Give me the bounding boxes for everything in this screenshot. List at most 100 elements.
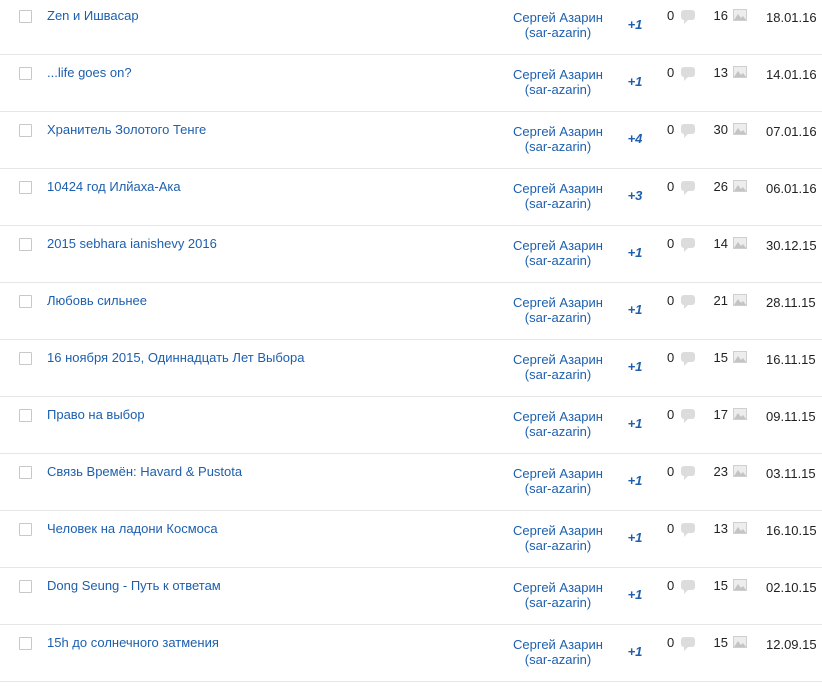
row-checkbox[interactable]: [19, 181, 32, 194]
author-link[interactable]: Сергей Азарин (sar-azarin): [503, 67, 613, 97]
author-login: (sar-azarin): [524, 25, 592, 40]
image-icon: [733, 465, 747, 477]
row-checkbox[interactable]: [19, 295, 32, 308]
row-checkbox[interactable]: [19, 10, 32, 23]
rating-value: +1: [627, 17, 643, 32]
author-login: (sar-azarin): [524, 82, 592, 97]
image-icon: [733, 636, 747, 648]
rating-value: +1: [627, 302, 643, 317]
comment-bubble-icon: [681, 295, 695, 309]
author-name: Сергей Азарин: [513, 295, 603, 310]
image-icon: [733, 408, 747, 420]
post-row: Dong Seung - Путь к ответам Сергей Азарин…: [0, 568, 822, 625]
photos-count: 17: [713, 407, 728, 422]
post-date: 09.11.15: [766, 409, 816, 424]
comment-bubble-icon: [681, 67, 695, 81]
post-title-link[interactable]: Человек на ладони Космоса: [47, 521, 218, 536]
author-link[interactable]: Сергей Азарин (sar-azarin): [503, 124, 613, 154]
post-row: Связь Времён: Havard & Pustota Сергей Аза…: [0, 454, 822, 511]
author-link[interactable]: Сергей Азарин (sar-azarin): [503, 637, 613, 667]
author-login: (sar-azarin): [524, 595, 592, 610]
author-link[interactable]: Сергей Азарин (sar-azarin): [503, 466, 613, 496]
image-icon: [733, 579, 747, 591]
author-link[interactable]: Сергей Азарин (sar-azarin): [503, 295, 613, 325]
post-title-link[interactable]: 16 ноября 2015, Одиннадцать Лет Выбора: [47, 350, 304, 365]
author-link[interactable]: Сергей Азарин (sar-azarin): [503, 580, 613, 610]
row-checkbox[interactable]: [19, 580, 32, 593]
comment-bubble-icon: [681, 352, 695, 366]
comments-count: 0: [667, 350, 675, 365]
post-title-link[interactable]: Хранитель Золотого Тенге: [47, 122, 206, 137]
comments-count: 0: [667, 464, 675, 479]
author-name: Сергей Азарин: [513, 466, 603, 481]
post-row: ...life goes on? Сергей Азарин (sar-azarin…: [0, 55, 822, 112]
post-row: Zen и Ишвасар Сергей Азарин (sar-azarin) +1…: [0, 0, 822, 55]
comments-count: 0: [667, 521, 675, 536]
post-title-link[interactable]: Связь Времён: Havard & Pustota: [47, 464, 242, 479]
row-checkbox[interactable]: [19, 523, 32, 536]
author-link[interactable]: Сергей Азарин (sar-azarin): [503, 409, 613, 439]
row-checkbox[interactable]: [19, 409, 32, 422]
author-link[interactable]: Сергей Азарин (sar-azarin): [503, 523, 613, 553]
author-link[interactable]: Сергей Азарин (sar-azarin): [503, 10, 613, 40]
row-checkbox[interactable]: [19, 352, 32, 365]
rating-value: +1: [627, 74, 643, 89]
image-icon: [733, 294, 747, 306]
author-link[interactable]: Сергей Азарин (sar-azarin): [503, 238, 613, 268]
rating-value: +3: [627, 188, 643, 203]
post-row: Хранитель Золотого Тенге Сергей Азарин (sa…: [0, 112, 822, 169]
rating-value: +1: [627, 530, 643, 545]
comments-count: 0: [667, 578, 675, 593]
comment-bubble-icon: [681, 523, 695, 537]
post-row: Любовь сильнее Сергей Азарин (sar-azarin) +…: [0, 283, 822, 340]
post-title-link[interactable]: ...life goes on?: [47, 65, 132, 80]
post-row: Право на выбор Сергей Азарин (sar-azarin) +…: [0, 397, 822, 454]
comments-count: 0: [667, 179, 675, 194]
photos-count: 13: [713, 521, 728, 536]
image-icon: [733, 9, 747, 21]
author-link[interactable]: Сергей Азарин (sar-azarin): [503, 352, 613, 382]
image-icon: [733, 180, 747, 192]
post-date: 16.11.15: [766, 352, 816, 367]
photos-count: 15: [713, 635, 728, 650]
comment-bubble-icon: [681, 466, 695, 480]
image-icon: [733, 66, 747, 78]
row-checkbox[interactable]: [19, 124, 32, 137]
comments-count: 0: [667, 293, 675, 308]
author-login: (sar-azarin): [524, 253, 592, 268]
post-date: 02.10.15: [766, 580, 817, 595]
post-row: 15h до солнечного затмения Сергей Азарин(…: [0, 625, 822, 682]
post-row: Человек на ладони Космоса Сергей Азарин (s…: [0, 511, 822, 568]
rating-value: +1: [627, 359, 643, 374]
image-icon: [733, 123, 747, 135]
row-checkbox[interactable]: [19, 637, 32, 650]
comment-bubble-icon: [681, 637, 695, 651]
comment-bubble-icon: [681, 181, 695, 195]
author-name: Сергей Азарин: [513, 181, 603, 196]
post-title-link[interactable]: Любовь сильнее: [47, 293, 147, 308]
post-title-link[interactable]: Zen и Ишвасар: [47, 8, 139, 23]
author-name: Сергей Азарин: [513, 580, 603, 595]
post-title-link[interactable]: 2015 sebhara ianishevy 2016: [47, 236, 217, 251]
post-title-link[interactable]: 10424 год Илйаха-Ака: [47, 179, 181, 194]
post-date: 07.01.16: [766, 124, 817, 139]
photos-count: 13: [713, 65, 728, 80]
rating-value: +1: [627, 416, 643, 431]
author-login: (sar-azarin): [524, 139, 592, 154]
author-login: (sar-azarin): [524, 367, 592, 382]
post-date: 03.11.15: [766, 466, 816, 481]
post-date: 16.10.15: [766, 523, 817, 538]
post-row: 2015 sebhara ianishevy 2016 Сергей Азарин…: [0, 226, 822, 283]
row-checkbox[interactable]: [19, 238, 32, 251]
post-title-link[interactable]: Dong Seung - Путь к ответам: [47, 578, 221, 593]
author-name: Сергей Азарин: [513, 523, 603, 538]
post-date: 14.01.16: [766, 67, 817, 82]
comments-count: 0: [667, 236, 675, 251]
row-checkbox[interactable]: [19, 67, 32, 80]
post-title-link[interactable]: Право на выбор: [47, 407, 145, 422]
author-name: Сергей Азарин: [513, 124, 603, 139]
row-checkbox[interactable]: [19, 466, 32, 479]
photos-count: 16: [713, 8, 728, 23]
author-link[interactable]: Сергей Азарин (sar-azarin): [503, 181, 613, 211]
post-title-link[interactable]: 15h до солнечного затмения: [47, 635, 219, 650]
